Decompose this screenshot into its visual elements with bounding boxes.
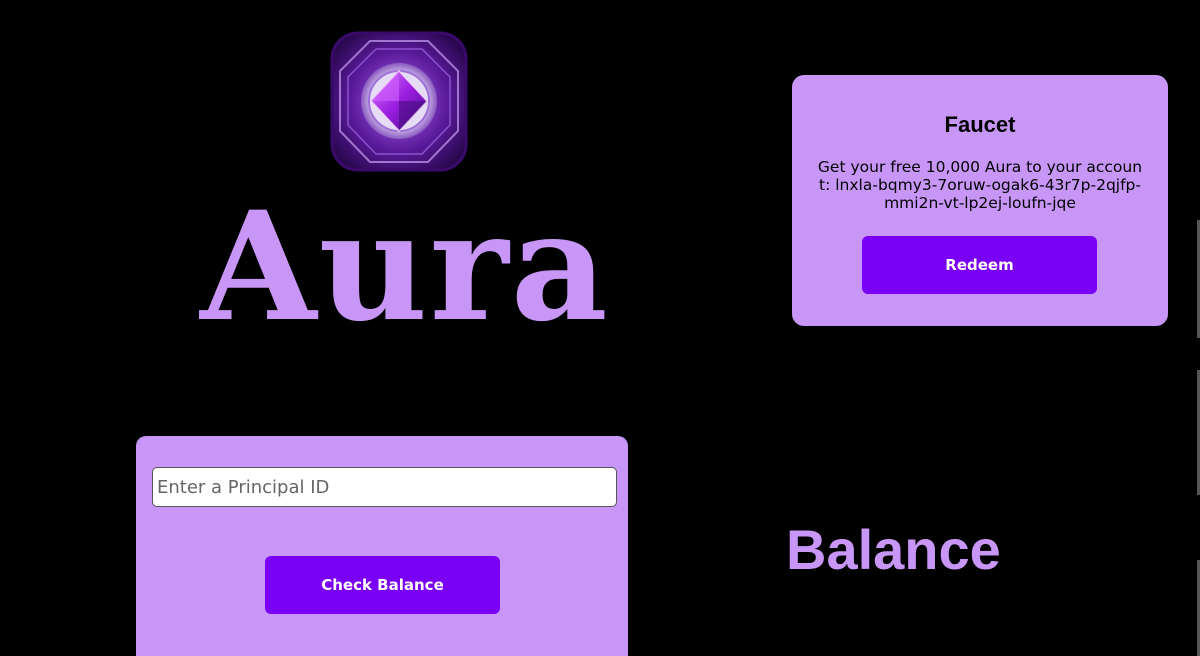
principal-id-input[interactable]: [152, 467, 617, 507]
balance-check-card: Check Balance: [136, 436, 628, 656]
redeem-button[interactable]: Redeem: [862, 236, 1097, 294]
check-balance-button[interactable]: Check Balance: [265, 556, 500, 614]
faucet-description: Get your free 10,000 Aura to your accoun…: [817, 158, 1143, 212]
balance-heading: Balance: [786, 518, 1001, 581]
faucet-card: Faucet Get your free 10,000 Aura to your…: [792, 75, 1168, 326]
purple-gem-token-icon: [330, 31, 468, 172]
brand-title: Aura: [200, 179, 610, 355]
page: Aura Faucet Get your free 10,000 Aura to…: [0, 0, 1200, 656]
faucet-title: Faucet: [944, 112, 1016, 137]
